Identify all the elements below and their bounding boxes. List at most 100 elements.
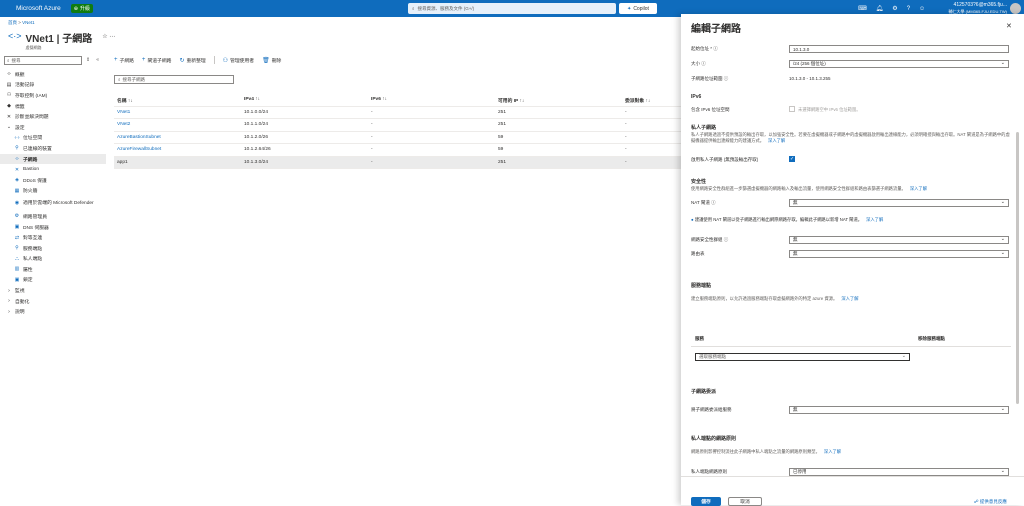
column-header-name[interactable]: 名稱 ↑↓ xyxy=(117,97,133,104)
learn-more-link[interactable]: 深入了解 xyxy=(768,138,785,143)
settings-icon[interactable]: ⚙ xyxy=(892,5,897,12)
sidebar-item[interactable]: ✕ 診斷並解決問題 xyxy=(0,111,106,122)
column-header-ipv6[interactable]: IPv6 ↑↓ xyxy=(371,97,387,102)
nat-gateway-dropdown[interactable]: 無 xyxy=(789,199,1009,207)
size-dropdown[interactable]: /24 (256 個位址) xyxy=(789,60,1009,68)
ipv6-checkbox[interactable] xyxy=(789,106,795,112)
sidebar-item[interactable]: ▣ DNS 伺服器 xyxy=(0,222,106,233)
learn-more-link[interactable]: 深入了解 xyxy=(910,186,927,191)
column-header-available-ips[interactable]: 可用的 IP ↑↓ xyxy=(498,97,524,104)
column-header-delegation[interactable]: 委派對象 ↑↓ xyxy=(625,97,650,104)
sidebar-item[interactable]: ⚙ 網路管理員 xyxy=(0,211,106,222)
learn-more-link[interactable]: 深入了解 xyxy=(824,449,841,454)
info-icon[interactable]: ⓘ xyxy=(713,46,718,51)
expand-icon[interactable]: ⇕ xyxy=(86,57,90,63)
feedback-icon[interactable]: ☺ xyxy=(919,6,925,12)
plus-icon: + xyxy=(114,57,118,63)
refresh-button[interactable]: ↻ 重新整理 xyxy=(179,57,205,64)
sidebar-item[interactable]: ⛬ 私人端點 xyxy=(0,254,106,265)
sidebar-search-input[interactable]: ⌕ 搜尋 xyxy=(4,56,82,65)
sidebar-item[interactable]: ⚲ 服務端點 xyxy=(0,243,106,254)
notifications-icon[interactable]: 🔔︎ xyxy=(876,5,884,12)
delegation-section-title: 子網路委派 xyxy=(691,389,717,395)
sidebar-item[interactable]: ✕ Bastion xyxy=(0,164,106,175)
table-cell: 10.1.3.0/24 xyxy=(244,159,269,165)
collapse-icon[interactable]: « xyxy=(96,57,99,63)
subnet-name-link[interactable]: app1 xyxy=(117,160,128,165)
sidebar-item[interactable]: ▣ 鎖定 xyxy=(0,275,106,286)
upgrade-button[interactable]: ⊕ 升級 xyxy=(70,4,94,13)
panel-footer: 儲存 取消 ☍ 提供意見反應 xyxy=(681,476,1024,506)
learn-more-link[interactable]: 深入了解 xyxy=(866,217,883,222)
sidebar-item[interactable]: ⚇ 存取控制 (IAM) xyxy=(0,90,106,101)
table-row[interactable]: AzureFirewallSubnet 10.1.2.64/26 - 59 - xyxy=(114,144,681,157)
delete-button[interactable]: 🗑︎ 刪除 xyxy=(262,57,281,64)
nsg-label: 網路安全性群組 ⓘ xyxy=(691,237,729,242)
copilot-button[interactable]: ✦ Copilot xyxy=(619,3,657,14)
breadcrumb-home[interactable]: 首頁 xyxy=(8,20,17,25)
sidebar-item[interactable]: ▤ 活動記錄 xyxy=(0,80,106,91)
subnet-name-link[interactable]: VNet1 xyxy=(117,110,130,115)
info-icon[interactable]: ⓘ xyxy=(724,237,729,242)
help-icon[interactable]: ? xyxy=(907,6,910,12)
subnet-name-link[interactable]: AzureBastionSubnet xyxy=(117,135,161,140)
nsg-dropdown[interactable]: 無 xyxy=(789,236,1009,244)
sidebar-item-label: 適用於雲端的 Microsoft Defender xyxy=(23,201,94,207)
add-subnet-button[interactable]: + 子網路 xyxy=(114,57,134,64)
sidebar-item[interactable]: ▥ 屬性 xyxy=(0,264,106,275)
sidebar-item[interactable]: ‹› 概觀 xyxy=(0,69,106,80)
start-address-input[interactable]: 10.1.3.0 xyxy=(789,45,1009,53)
info-circle-icon: ● xyxy=(691,217,694,222)
avatar[interactable] xyxy=(1010,3,1021,14)
table-row[interactable]: VNet1 10.1.0.0/24 - 251 - xyxy=(114,107,681,119)
breadcrumb-vnet[interactable]: VNet1 xyxy=(22,20,35,25)
info-icon[interactable]: ⓘ xyxy=(724,76,729,81)
sidebar-item[interactable]: › 自動化 xyxy=(0,296,106,307)
service-endpoints-description: 建立服務端點原則，以允許透過服務端點存取虛擬網路外的特定 azure 資源。 深入… xyxy=(691,296,859,301)
subnet-filter-input[interactable]: ⌕ 搜尋子網路 xyxy=(114,75,234,84)
table-cell: - xyxy=(371,147,373,152)
column-header-ipv4[interactable]: IPv4 ↑↓ xyxy=(244,97,260,102)
service-endpoint-dropdown[interactable]: 選取服務端點 xyxy=(695,353,910,361)
sidebar-item[interactable]: ◆ 標籤 xyxy=(0,101,106,112)
sidebar-item-label: 說明 xyxy=(15,310,25,316)
search-icon: ⌕ xyxy=(412,6,415,11)
sidebar-item-label: 標籤 xyxy=(15,104,25,110)
sidebar-item[interactable]: › 說明 xyxy=(0,306,106,317)
sidebar-item[interactable]: ◉ 適用於雲端的 Microsoft Defender xyxy=(0,196,106,211)
route-table-dropdown[interactable]: 無 xyxy=(789,250,1009,258)
global-search-input[interactable]: ⌕ 搜尋資源、服務及文件 (G+/) xyxy=(408,3,616,14)
sidebar-item[interactable]: ‹› 子網路 xyxy=(0,153,106,165)
sidebar-item[interactable]: ⌄ 設定 xyxy=(0,122,106,133)
sidebar-item[interactable]: ⚲ 已連線的裝置 xyxy=(0,143,106,154)
table-row[interactable]: AzureBastionSubnet 10.1.2.0/26 - 59 - xyxy=(114,132,681,144)
panel-scrollbar[interactable] xyxy=(1016,132,1019,404)
feedback-icon: ☍ xyxy=(974,499,979,504)
table-cell: 251 xyxy=(498,122,507,127)
table-cell: 251 xyxy=(498,159,507,165)
cloud-shell-icon[interactable]: ⌨ xyxy=(858,5,867,12)
subnet-name-link[interactable]: AzureFirewallSubnet xyxy=(117,147,161,152)
info-icon[interactable]: ⓘ xyxy=(711,200,716,205)
sidebar-item[interactable]: ‹·› 位址空間 xyxy=(0,133,106,144)
favorite-star-icon[interactable]: ☆ ··· xyxy=(102,33,115,40)
add-gateway-subnet-button[interactable]: + 閘道子網路 xyxy=(142,57,172,64)
private-endpoint-policy-dropdown[interactable]: 已停用 xyxy=(789,468,1009,476)
brand-name[interactable]: Microsoft Azure xyxy=(16,5,61,12)
feedback-link[interactable]: ☍ 提供意見反應 xyxy=(974,499,1007,505)
subnet-icon: ‹› xyxy=(15,156,19,163)
subnet-name-link[interactable]: VNet2 xyxy=(117,122,130,127)
info-icon[interactable]: ⓘ xyxy=(701,61,706,66)
sidebar-item[interactable]: ◈ DDoS 保護 xyxy=(0,175,106,186)
address-space-icon: ‹·› xyxy=(14,134,20,141)
learn-more-link[interactable]: 深入了解 xyxy=(841,296,858,301)
sidebar-item[interactable]: › 監視 xyxy=(0,285,106,296)
enable-private-subnet-checkbox[interactable]: ✓ xyxy=(789,156,795,162)
delegation-dropdown[interactable]: 無 xyxy=(789,406,1009,414)
table-row[interactable]: app1 10.1.3.0/24 - 251 - xyxy=(114,156,681,169)
sidebar-item[interactable]: ⇄ 對等互連 xyxy=(0,232,106,243)
sidebar-item[interactable]: ▦ 防火牆 xyxy=(0,186,106,197)
table-row[interactable]: VNet2 10.1.1.0/24 - 251 - xyxy=(114,119,681,132)
manage-users-button[interactable]: ⚇ 管理使用者 xyxy=(223,57,254,64)
close-icon[interactable]: ✕ xyxy=(1006,22,1012,30)
